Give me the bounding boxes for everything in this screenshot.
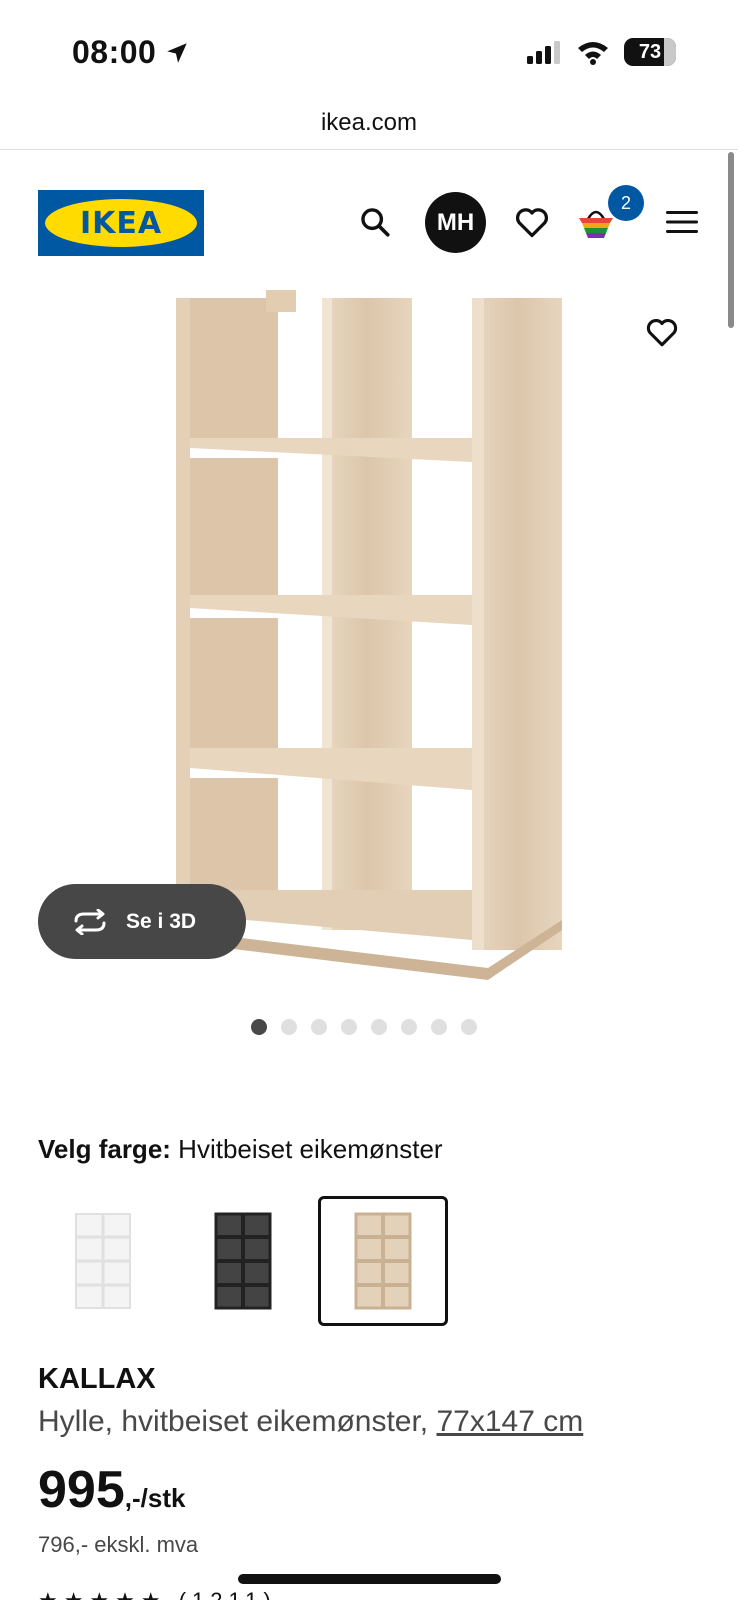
rotate-3d-icon <box>74 908 106 935</box>
ikea-logo[interactable]: IKEA <box>38 190 204 256</box>
status-icons: 73 <box>526 38 676 66</box>
product-description: Hylle, hvitbeiset eikemønster, 77x147 cm <box>38 1405 583 1439</box>
price-excl-vat: 796,- ekskl. mva <box>38 1532 199 1557</box>
cellular-signal-icon <box>527 41 560 64</box>
account-avatar[interactable]: MH <box>425 192 486 253</box>
cart-count-badge: 2 <box>608 185 644 221</box>
wifi-icon <box>578 42 608 65</box>
wishlist-button[interactable] <box>502 192 562 252</box>
pagination-dot[interactable] <box>371 1019 387 1035</box>
pagination-dot[interactable] <box>401 1019 417 1035</box>
pagination-dot[interactable] <box>431 1019 447 1035</box>
color-label-title: Velg farge: <box>38 1134 171 1164</box>
price-suffix: ,-/stk <box>124 1483 186 1513</box>
swatch-image-black-brown <box>214 1212 272 1310</box>
heart-icon <box>515 208 549 238</box>
clock: 08:00 <box>72 34 190 71</box>
color-swatch-black-brown[interactable] <box>178 1196 308 1326</box>
heart-icon <box>646 318 678 347</box>
save-product-button[interactable] <box>640 310 684 354</box>
price-integer: 995 <box>38 1461 125 1519</box>
url-text: ikea.com <box>320 109 418 136</box>
product-name: KALLAX <box>38 1363 156 1395</box>
home-indicator[interactable] <box>238 1574 501 1584</box>
search-button[interactable] <box>345 192 405 252</box>
product-size-link[interactable]: 77x147 cm <box>437 1405 584 1438</box>
site-header: IKEA MH 2 <box>0 150 738 280</box>
battery-indicator: 73 <box>624 38 676 66</box>
pagination-dot[interactable] <box>461 1019 477 1035</box>
swatch-image-white <box>75 1213 131 1309</box>
search-icon <box>361 208 390 237</box>
pagination-dot[interactable] <box>281 1019 297 1035</box>
clock-time: 08:00 <box>72 34 157 70</box>
location-arrow-icon <box>167 42 188 63</box>
pagination-dot[interactable] <box>311 1019 327 1035</box>
color-swatches <box>38 1196 448 1326</box>
pagination-dot[interactable] <box>251 1019 267 1035</box>
view-in-3d-label: Se i 3D <box>126 909 197 933</box>
image-pagination <box>0 1019 738 1035</box>
menu-button[interactable] <box>652 192 712 252</box>
product-description-text: Hylle, hvitbeiset eikemønster, <box>38 1405 429 1438</box>
product-price: 995 ,-/stk <box>38 1460 185 1520</box>
pagination-dot[interactable] <box>341 1019 357 1035</box>
logo-text: IKEA <box>79 205 163 241</box>
url-bar[interactable]: ikea.com <box>0 100 738 150</box>
view-in-3d-button[interactable]: Se i 3D <box>38 884 246 959</box>
color-select-label: Velg farge: Hvitbeiset eikemønster <box>38 1134 443 1165</box>
color-swatch-white-stained-oak[interactable] <box>318 1196 448 1326</box>
rating-stars[interactable]: ★★★★★ (1211) <box>38 1588 277 1600</box>
status-bar: 08:00 73 <box>0 0 738 100</box>
swatch-image-white-stained-oak <box>354 1212 412 1310</box>
hamburger-menu-icon <box>666 211 698 233</box>
color-label-value: Hvitbeiset eikemønster <box>178 1134 443 1164</box>
color-swatch-white[interactable] <box>38 1196 168 1326</box>
rating-count: (1211) <box>179 1588 277 1600</box>
